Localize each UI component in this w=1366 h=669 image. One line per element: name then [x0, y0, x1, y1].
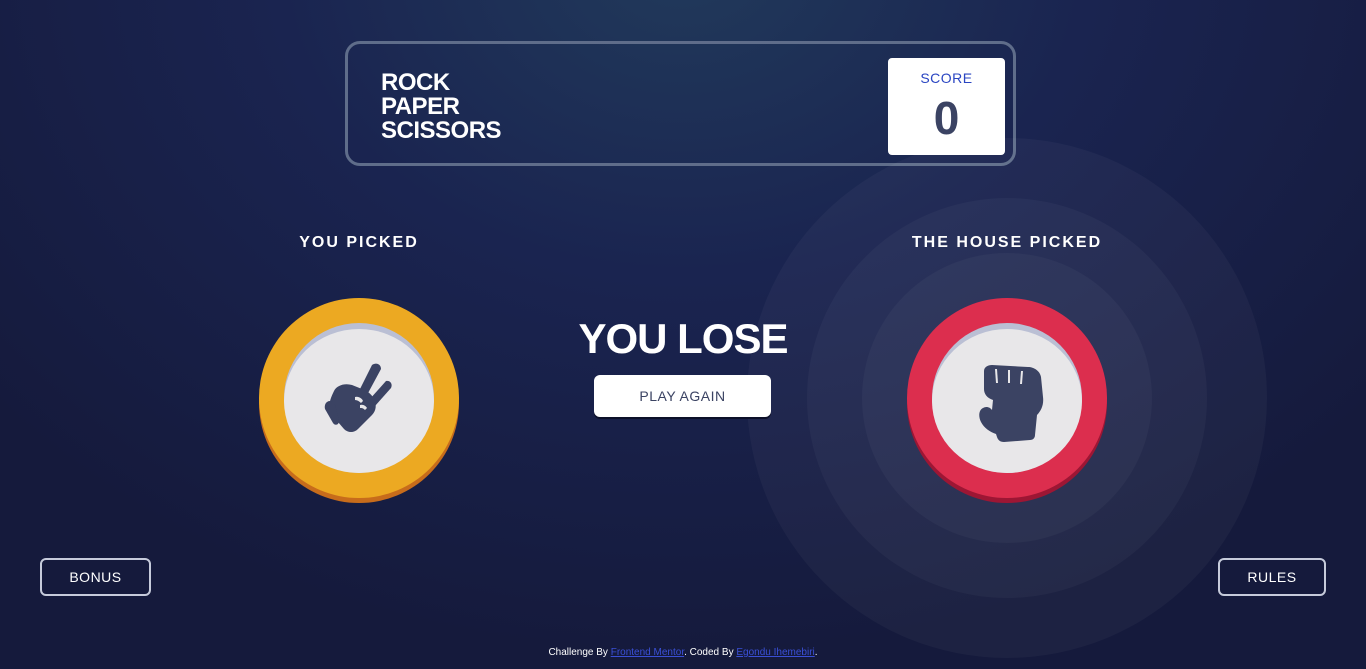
- you-picked-label: YOU PICKED: [299, 234, 419, 251]
- rock-fist-icon: [979, 365, 1044, 442]
- attribution-footer: Challenge By Frontend Mentor. Coded By E…: [0, 647, 1366, 658]
- player-choice-token: [259, 298, 459, 503]
- score-label: SCORE: [920, 70, 973, 86]
- bonus-button[interactable]: BONUS: [40, 558, 151, 596]
- score-value: 0: [933, 92, 960, 144]
- score-header: ROCK PAPER SCISSORS SCORE 0: [345, 41, 1016, 166]
- play-again-button[interactable]: PLAY AGAIN: [594, 375, 771, 417]
- footer-prefix: Challenge By: [548, 647, 611, 658]
- house-choice-token: [907, 298, 1107, 503]
- frontend-mentor-link[interactable]: Frontend Mentor: [611, 647, 684, 658]
- rules-button[interactable]: RULES: [1218, 558, 1326, 596]
- title-line-scissors: SCISSORS: [381, 117, 502, 144]
- scissors-hand-icon: [324, 363, 392, 432]
- game-title: ROCK PAPER SCISSORS: [381, 69, 502, 144]
- title-line-paper: PAPER: [381, 93, 460, 120]
- author-link[interactable]: Egondu Ihemebiri: [736, 647, 814, 658]
- title-line-rock: ROCK: [381, 69, 450, 96]
- footer-middle: . Coded By: [684, 647, 737, 658]
- result-text: YOU LOSE: [578, 315, 788, 362]
- footer-suffix: .: [814, 647, 818, 658]
